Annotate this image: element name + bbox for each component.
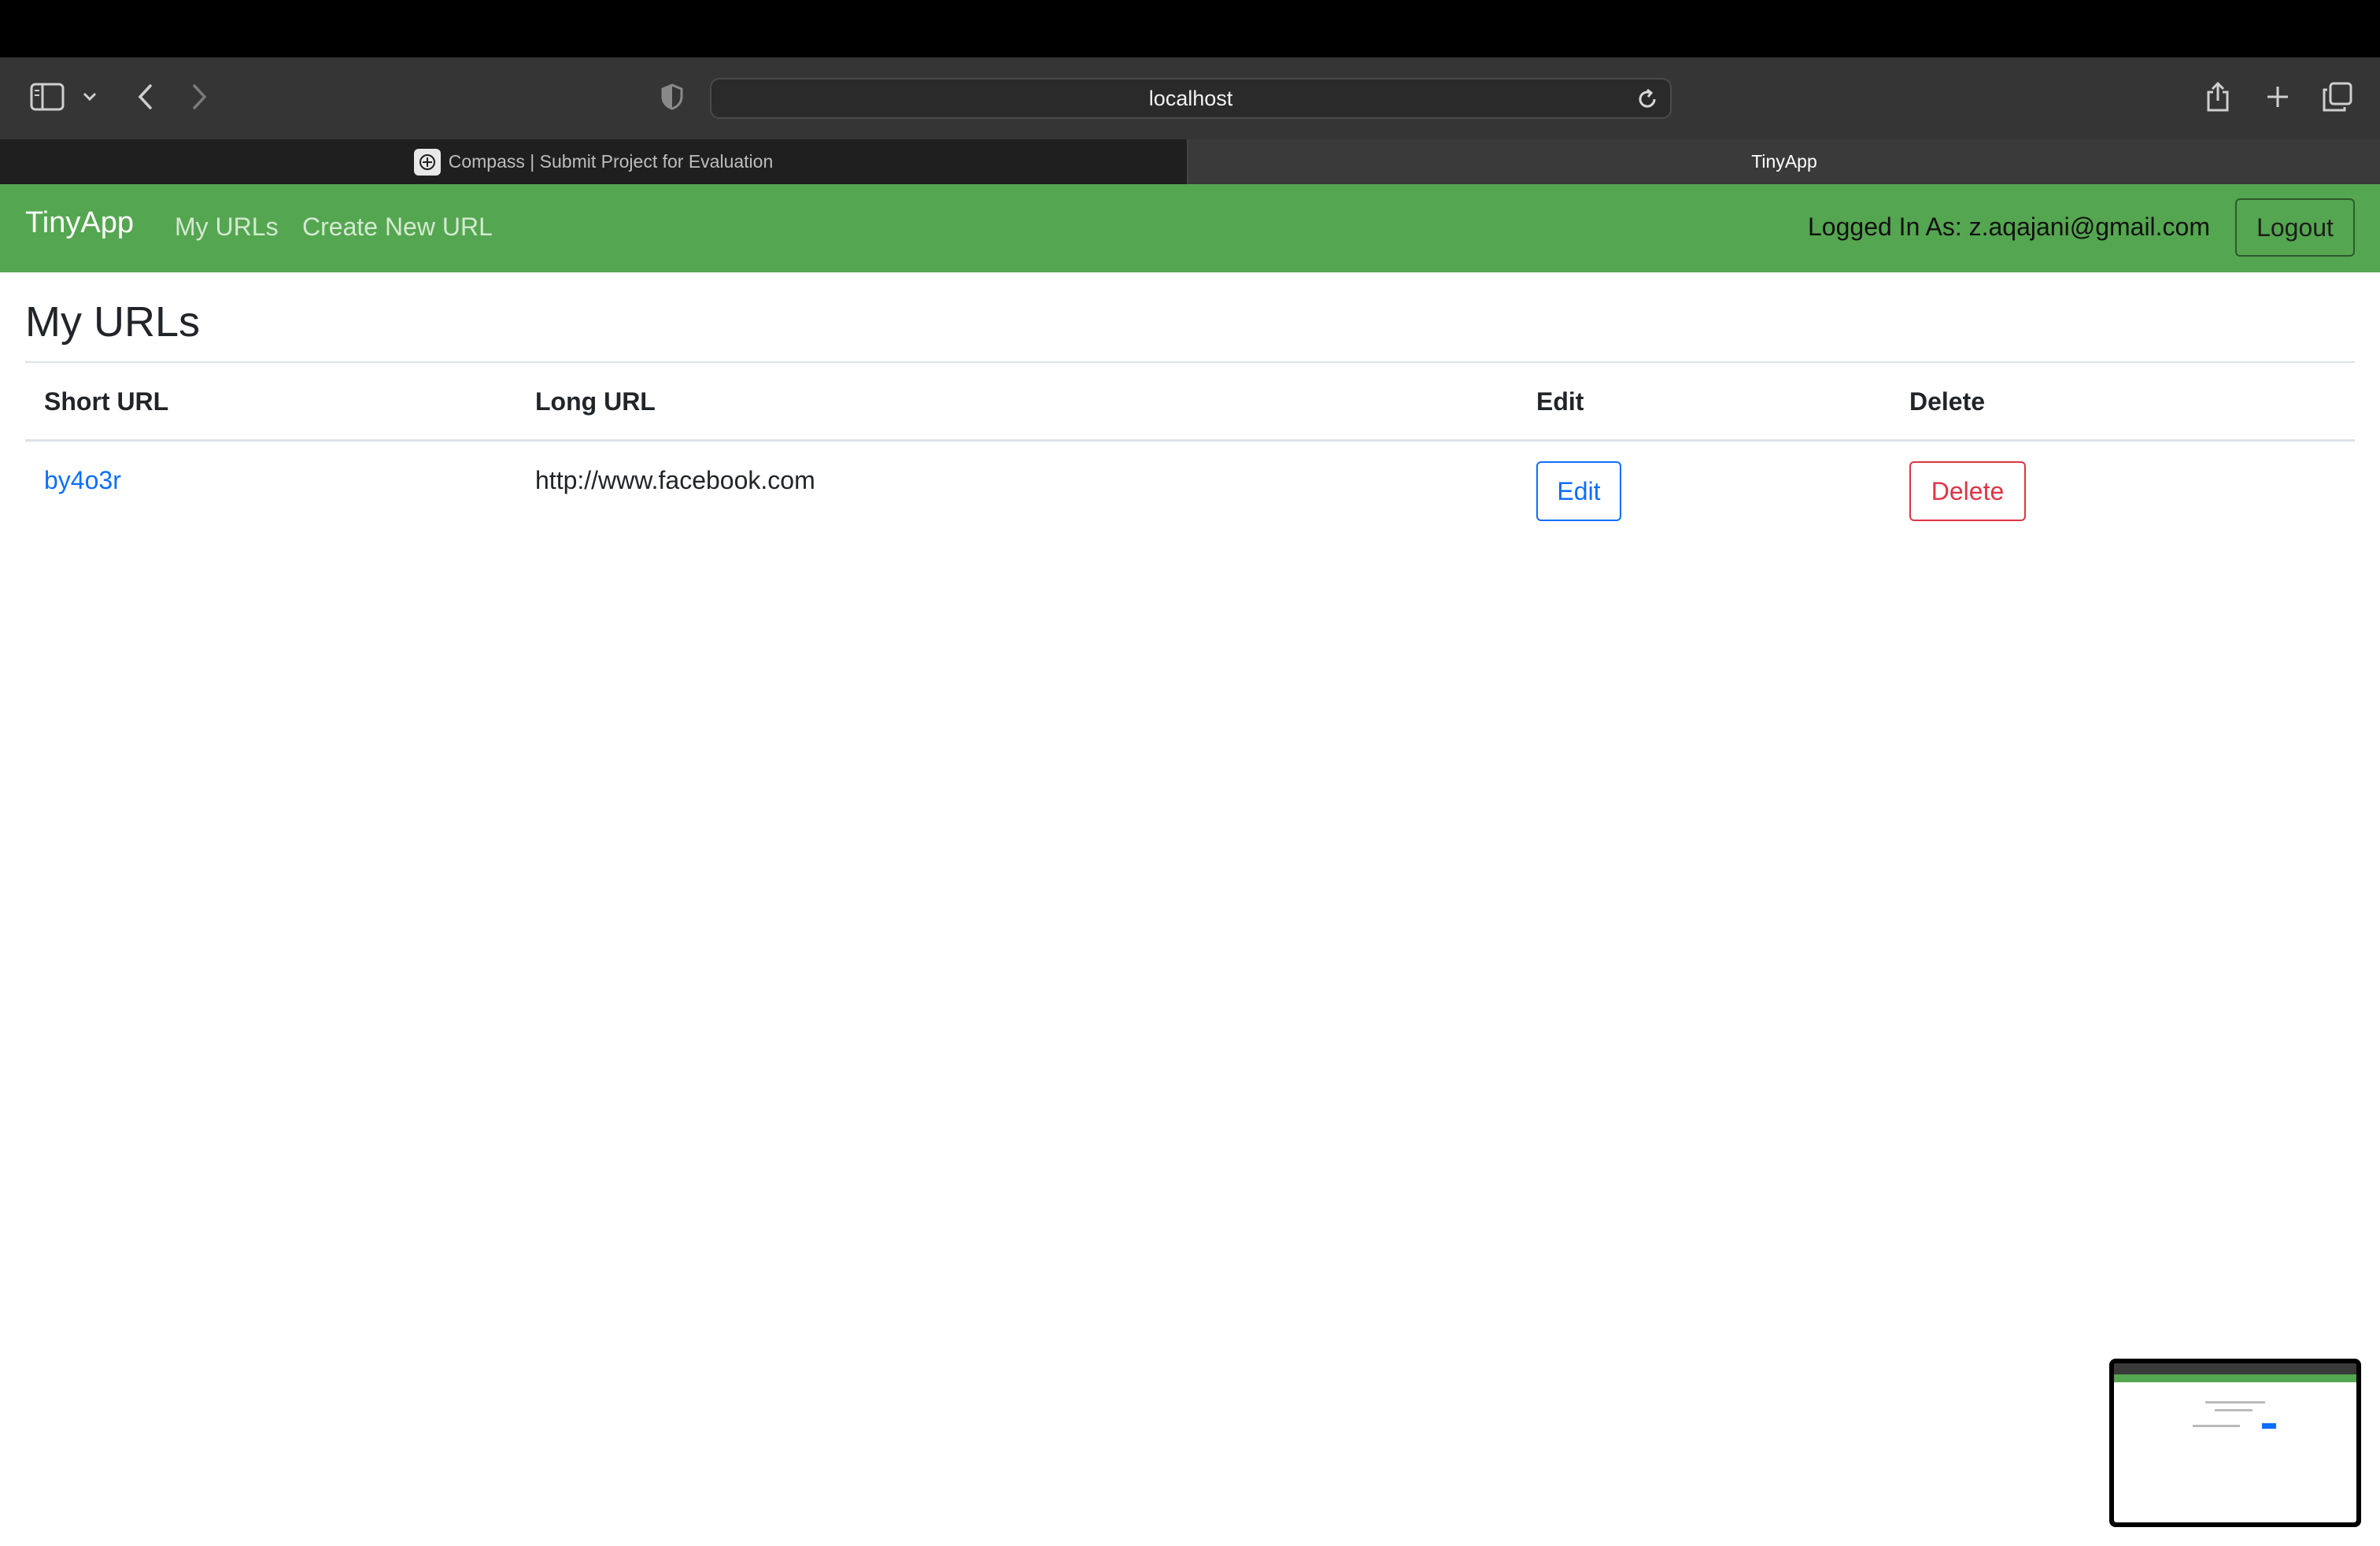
address-text: localhost bbox=[1148, 86, 1233, 110]
page-title: My URLs bbox=[25, 298, 201, 346]
share-icon[interactable] bbox=[2201, 80, 2235, 114]
shield-icon[interactable] bbox=[656, 81, 688, 113]
nav-create-new-url[interactable]: Create New URL bbox=[302, 213, 493, 242]
table-header-divider bbox=[25, 439, 2355, 442]
nav-my-urls[interactable]: My URLs bbox=[175, 213, 279, 242]
pip-preview bbox=[2114, 1363, 2356, 1522]
brand-link[interactable]: TinyApp bbox=[25, 206, 134, 240]
tab-compass[interactable]: Compass | Submit Project for Evaluation bbox=[0, 139, 1188, 184]
reload-icon[interactable] bbox=[1634, 86, 1661, 113]
pip-line bbox=[2205, 1401, 2265, 1404]
plus-icon[interactable] bbox=[2260, 80, 2295, 114]
pip-thumbnail[interactable] bbox=[2109, 1359, 2361, 1527]
pip-button bbox=[2262, 1423, 2276, 1429]
tab-tinyapp[interactable]: TinyApp bbox=[1188, 139, 2380, 184]
screen-top-bezel bbox=[0, 0, 2380, 57]
header-short-url: Short URL bbox=[44, 387, 169, 416]
pip-line bbox=[2215, 1409, 2252, 1411]
edit-button[interactable]: Edit bbox=[1536, 461, 1621, 521]
pip-line bbox=[2193, 1425, 2240, 1427]
compass-favicon-icon bbox=[413, 148, 441, 176]
header-long-url: Long URL bbox=[535, 387, 656, 416]
tab-label: Compass | Submit Project for Evaluation bbox=[448, 151, 774, 172]
tab-label: TinyApp bbox=[1751, 151, 1817, 172]
header-delete: Delete bbox=[1909, 387, 1986, 416]
back-icon[interactable] bbox=[129, 81, 161, 113]
chevron-down-icon[interactable] bbox=[79, 84, 101, 109]
short-url-link[interactable]: by4o3r bbox=[44, 466, 121, 495]
long-url-text: http://www.facebook.com bbox=[535, 466, 815, 494]
pip-toolbar bbox=[2114, 1363, 2356, 1374]
forward-icon[interactable] bbox=[184, 81, 216, 113]
tabs-overview-icon[interactable] bbox=[2320, 80, 2355, 114]
delete-button[interactable]: Delete bbox=[1909, 461, 2026, 521]
pip-navbar bbox=[2114, 1374, 2356, 1382]
app-navbar: TinyApp My URLs Create New URL Logged In… bbox=[0, 184, 2380, 272]
address-bar[interactable]: localhost bbox=[710, 78, 1672, 119]
browser-toolbar: localhost bbox=[0, 57, 2380, 139]
logout-button[interactable]: Logout bbox=[2235, 198, 2355, 257]
header-edit: Edit bbox=[1536, 387, 1584, 416]
sidebar-icon[interactable] bbox=[30, 83, 65, 111]
title-divider bbox=[25, 361, 2355, 363]
logged-in-user: Logged In As: z.aqajani@gmail.com bbox=[1808, 213, 2210, 241]
tab-strip: Compass | Submit Project for Evaluation … bbox=[0, 139, 2380, 184]
